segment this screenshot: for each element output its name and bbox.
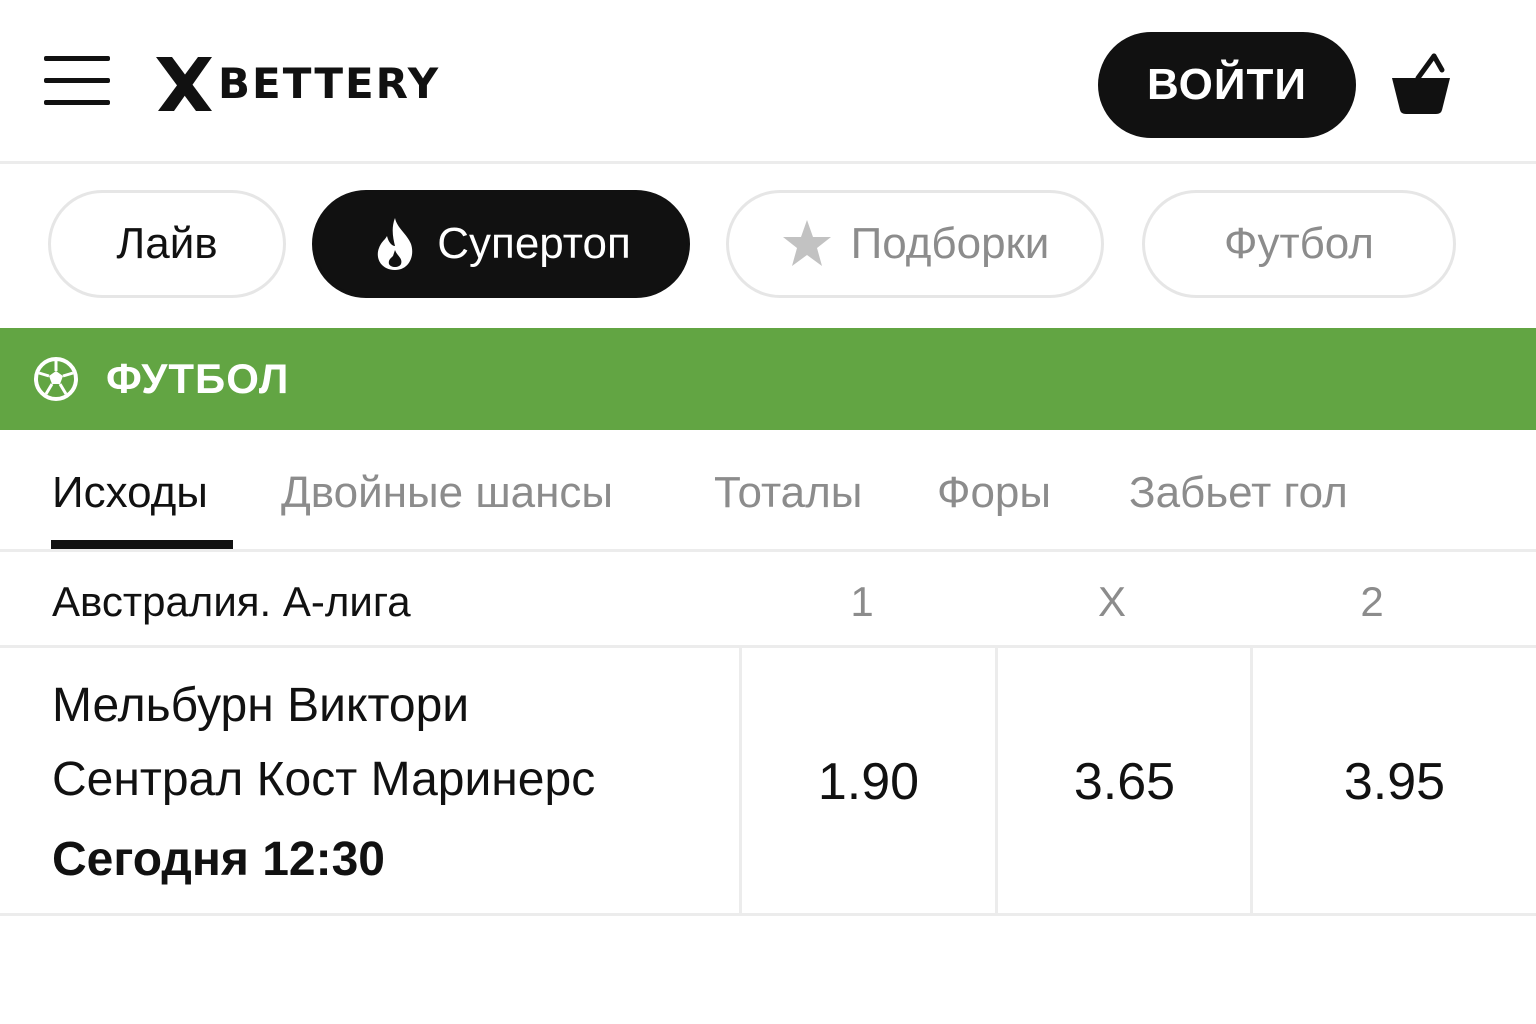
tab-double-chance[interactable]: Двойные шансы — [281, 468, 613, 518]
chip-live-label: Лайв — [116, 219, 218, 268]
filter-chips: Лайв Супертоп Подборки Футбол — [0, 164, 1536, 328]
column-header-2: 2 — [1360, 578, 1384, 625]
chip-podborki[interactable]: Подборки — [726, 190, 1104, 298]
logo[interactable]: BETTERY — [154, 56, 440, 112]
chip-supertop[interactable]: Супертоп — [312, 190, 690, 298]
tab-outcomes[interactable]: Исходы — [52, 468, 208, 518]
chip-supertop-label: Супертоп — [437, 219, 631, 268]
fire-icon — [378, 218, 413, 270]
league-header: Австралия. А-лига 1 X 2 — [0, 552, 1536, 648]
chip-podborki-label: Подборки — [850, 219, 1050, 268]
match-time: Сегодня 12:30 — [52, 833, 385, 886]
chip-football-label: Футбол — [1224, 219, 1374, 268]
logo-x-mark — [156, 57, 212, 111]
tab-will-score[interactable]: Забьет гол — [1129, 468, 1348, 518]
star-icon — [782, 220, 831, 266]
tab-handicaps[interactable]: Форы — [937, 468, 1051, 518]
league-name: Австралия. А-лига — [52, 578, 411, 625]
match-row[interactable]: Мельбурн Виктори Сентрал Кост Маринерс С… — [0, 648, 1536, 916]
active-tab-indicator — [51, 540, 233, 549]
login-button[interactable]: ВОЙТИ — [1098, 32, 1356, 138]
market-tabs: Исходы Двойные шансы Тоталы Форы Забьет … — [0, 430, 1536, 552]
home-team: Мельбурн Виктори — [52, 679, 470, 732]
sport-title: ФУТБОЛ — [106, 355, 290, 402]
tab-totals[interactable]: Тоталы — [714, 468, 862, 518]
top-header: BETTERY ВОЙТИ — [0, 0, 1536, 164]
odd-button-2[interactable]: 3.95 — [1250, 648, 1536, 916]
sport-header-football[interactable]: ФУТБОЛ — [0, 328, 1536, 430]
soccer-ball-icon — [34, 357, 78, 401]
basket-icon[interactable] — [1388, 50, 1454, 116]
chip-football[interactable]: Футбол — [1142, 190, 1456, 298]
odd-button-1[interactable]: 1.90 — [739, 648, 995, 916]
hamburger-menu-icon[interactable] — [44, 56, 110, 106]
away-team: Сентрал Кост Маринерс — [52, 753, 596, 806]
chip-live[interactable]: Лайв — [48, 190, 286, 298]
odd-button-x[interactable]: 3.65 — [995, 648, 1251, 916]
logo-text: BETTERY — [218, 59, 441, 108]
column-header-x: X — [1097, 578, 1126, 625]
column-header-1: 1 — [850, 578, 874, 625]
